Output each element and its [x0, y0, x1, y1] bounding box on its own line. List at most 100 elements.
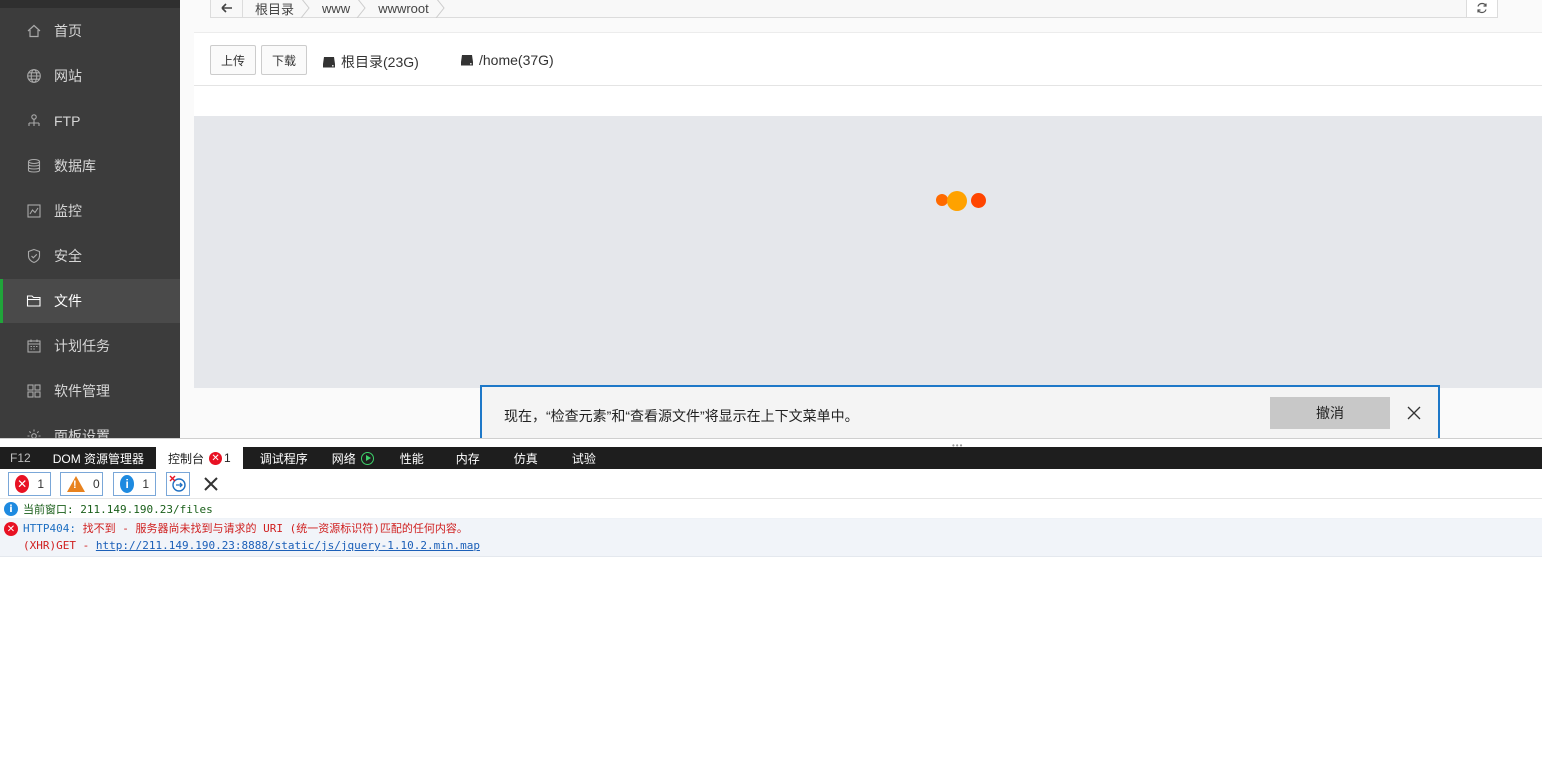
- tab-label: 网络: [331, 451, 356, 466]
- error-icon: ✕: [15, 475, 30, 493]
- sidebar-item-website[interactable]: 网站: [0, 54, 180, 98]
- upload-button[interactable]: 上传: [210, 45, 256, 75]
- sidebar-item-label: 软件管理: [54, 383, 110, 399]
- loading-dot: [971, 193, 986, 208]
- play-icon: [360, 451, 374, 465]
- breadcrumb-label: www: [322, 0, 351, 16]
- tab-debugger[interactable]: 调试程序: [248, 447, 320, 469]
- filter-warnings-count: 0: [93, 477, 100, 491]
- sidebar-item-label: 计划任务: [54, 338, 110, 354]
- download-button[interactable]: 下载: [261, 45, 307, 75]
- notification-message: 现在，“检查元素”和“查看源文件”将显示在上下文菜单中。: [504, 408, 859, 424]
- sidebar-item-label: 文件: [54, 293, 82, 309]
- filter-info-count: 1: [142, 477, 149, 491]
- apps-icon: [26, 383, 42, 399]
- tab-console[interactable]: 控制台 ✕ 1: [156, 447, 243, 469]
- close-icon[interactable]: [1404, 403, 1424, 423]
- sidebar-top-strip: [0, 0, 180, 8]
- devtools-panel: ••• F12 DOM 资源管理器 控制台 ✕ 1 调试程序 网络 性能 内存 …: [0, 438, 1542, 761]
- devtools-tab-bar: F12 DOM 资源管理器 控制台 ✕ 1 调试程序 网络 性能 内存 仿真 试…: [0, 447, 1542, 469]
- console-filter-bar: ✕ 1 ! 0 i 1: [0, 469, 1542, 499]
- refresh-icon: [1477, 2, 1487, 14]
- loading-dot: [947, 191, 967, 211]
- console-info-message: i 当前窗口: 211.149.190.23/files: [0, 500, 1542, 519]
- home-icon: [26, 23, 42, 39]
- breadcrumb-separator: [356, 0, 366, 18]
- sidebar-item-label: 安全: [54, 248, 82, 264]
- disk-home[interactable]: /home(37G): [460, 52, 554, 68]
- sidebar-item-monitor[interactable]: 监控: [0, 189, 180, 233]
- sidebar-item-label: 面板设置: [54, 428, 110, 438]
- sidebar-item-cron[interactable]: 计划任务: [0, 324, 180, 368]
- ftp-icon: [26, 113, 42, 129]
- breadcrumb-www[interactable]: www: [310, 0, 366, 18]
- breadcrumb-wwwroot[interactable]: wwwroot: [366, 0, 445, 18]
- sidebar-item-database[interactable]: 数据库: [0, 144, 180, 188]
- info-icon: i: [4, 502, 18, 516]
- back-button[interactable]: [211, 0, 243, 18]
- filter-errors-count: 1: [37, 477, 44, 491]
- sidebar-item-software[interactable]: 软件管理: [0, 369, 180, 413]
- tab-dom-explorer[interactable]: DOM 资源管理器: [41, 447, 156, 469]
- database-icon: [26, 158, 42, 174]
- breadcrumb-root[interactable]: 根目录: [243, 0, 310, 18]
- globe-icon: [26, 68, 42, 84]
- gear-icon: [26, 428, 42, 438]
- arrow-left-icon: [220, 3, 232, 13]
- tab-emulation[interactable]: 仿真: [498, 447, 554, 469]
- hard-drive-icon: [323, 57, 335, 68]
- browser-viewport: 首页 网站 FTP 数据库 监控 安全 文件 计划任务 软件管理 面板设置 根目…: [0, 0, 1542, 438]
- undo-button[interactable]: 撤消: [1270, 397, 1390, 429]
- disk-label: /home(37G): [479, 52, 554, 68]
- calendar-icon: [26, 338, 42, 354]
- clear-console-icon[interactable]: [202, 475, 220, 493]
- breadcrumb-label: 根目录: [255, 1, 295, 17]
- sidebar-item-settings[interactable]: 面板设置: [0, 414, 180, 438]
- path-bar: 根目录 www wwwroot: [210, 0, 1498, 18]
- console-error-message: ✕ HTTP404: 找不到 - 服务器尚未找到与请求的 URI (统一资源标识…: [0, 519, 1542, 557]
- request-url-link[interactable]: http://211.149.190.23:8888/static/js/jqu…: [96, 539, 480, 552]
- error-code: HTTP404:: [23, 522, 76, 535]
- filter-errors-button[interactable]: ✕ 1: [8, 472, 51, 496]
- hard-drive-icon: [461, 55, 473, 66]
- sidebar-item-label: 网站: [54, 68, 82, 84]
- info-icon: i: [120, 475, 135, 493]
- tab-label: 控制台: [168, 451, 205, 466]
- tab-memory[interactable]: 内存: [438, 447, 498, 469]
- sidebar-item-files[interactable]: 文件: [0, 279, 180, 323]
- filter-info-button[interactable]: i 1: [113, 472, 156, 496]
- file-toolbar: 上传 下载 根目录(23G) /home(37G): [194, 32, 1542, 86]
- notification-bar: 现在，“检查元素”和“查看源文件”将显示在上下文菜单中。 撤消: [480, 385, 1440, 438]
- breadcrumb-label: wwwroot: [378, 0, 429, 16]
- console-output: i 当前窗口: 211.149.190.23/files ✕ HTTP404: …: [0, 500, 1542, 557]
- filter-warnings-button[interactable]: ! 0: [60, 472, 103, 496]
- monitor-icon: [26, 203, 42, 219]
- sidebar-item-ftp[interactable]: FTP: [0, 99, 180, 143]
- tab-experiments[interactable]: 试验: [554, 447, 614, 469]
- tab-f12[interactable]: F12: [0, 447, 41, 469]
- warning-icon: !: [67, 476, 85, 492]
- shield-icon: [26, 248, 42, 264]
- sidebar-item-label: 首页: [54, 23, 82, 39]
- disk-root[interactable]: 根目录(23G): [322, 52, 419, 72]
- console-info-text: 当前窗口: 211.149.190.23/files: [23, 503, 213, 516]
- sidebar-item-security[interactable]: 安全: [0, 234, 180, 278]
- error-badge-icon: ✕: [209, 451, 223, 465]
- tab-network[interactable]: 网络: [320, 447, 386, 469]
- clear-on-navigate-button[interactable]: [166, 472, 190, 496]
- folder-icon: [26, 293, 42, 309]
- file-list-header: [194, 86, 1542, 116]
- tab-performance[interactable]: 性能: [386, 447, 438, 469]
- main-content: 根目录 www wwwroot 上传 下载 根目录(23G) /home(37G…: [180, 0, 1542, 438]
- disk-label: 根目录(23G): [341, 54, 419, 70]
- breadcrumb-separator: [300, 0, 310, 18]
- error-icon: ✕: [4, 522, 18, 536]
- sidebar: 首页 网站 FTP 数据库 监控 安全 文件 计划任务 软件管理 面板设置: [0, 0, 180, 438]
- refresh-button[interactable]: [1466, 0, 1498, 18]
- request-method: (XHR)GET -: [23, 539, 96, 552]
- loading-overlay: [194, 116, 1542, 388]
- tab-error-count: 1: [224, 451, 231, 465]
- sidebar-item-home[interactable]: 首页: [0, 9, 180, 53]
- sidebar-item-label: 监控: [54, 203, 82, 219]
- sidebar-item-label: FTP: [54, 113, 81, 129]
